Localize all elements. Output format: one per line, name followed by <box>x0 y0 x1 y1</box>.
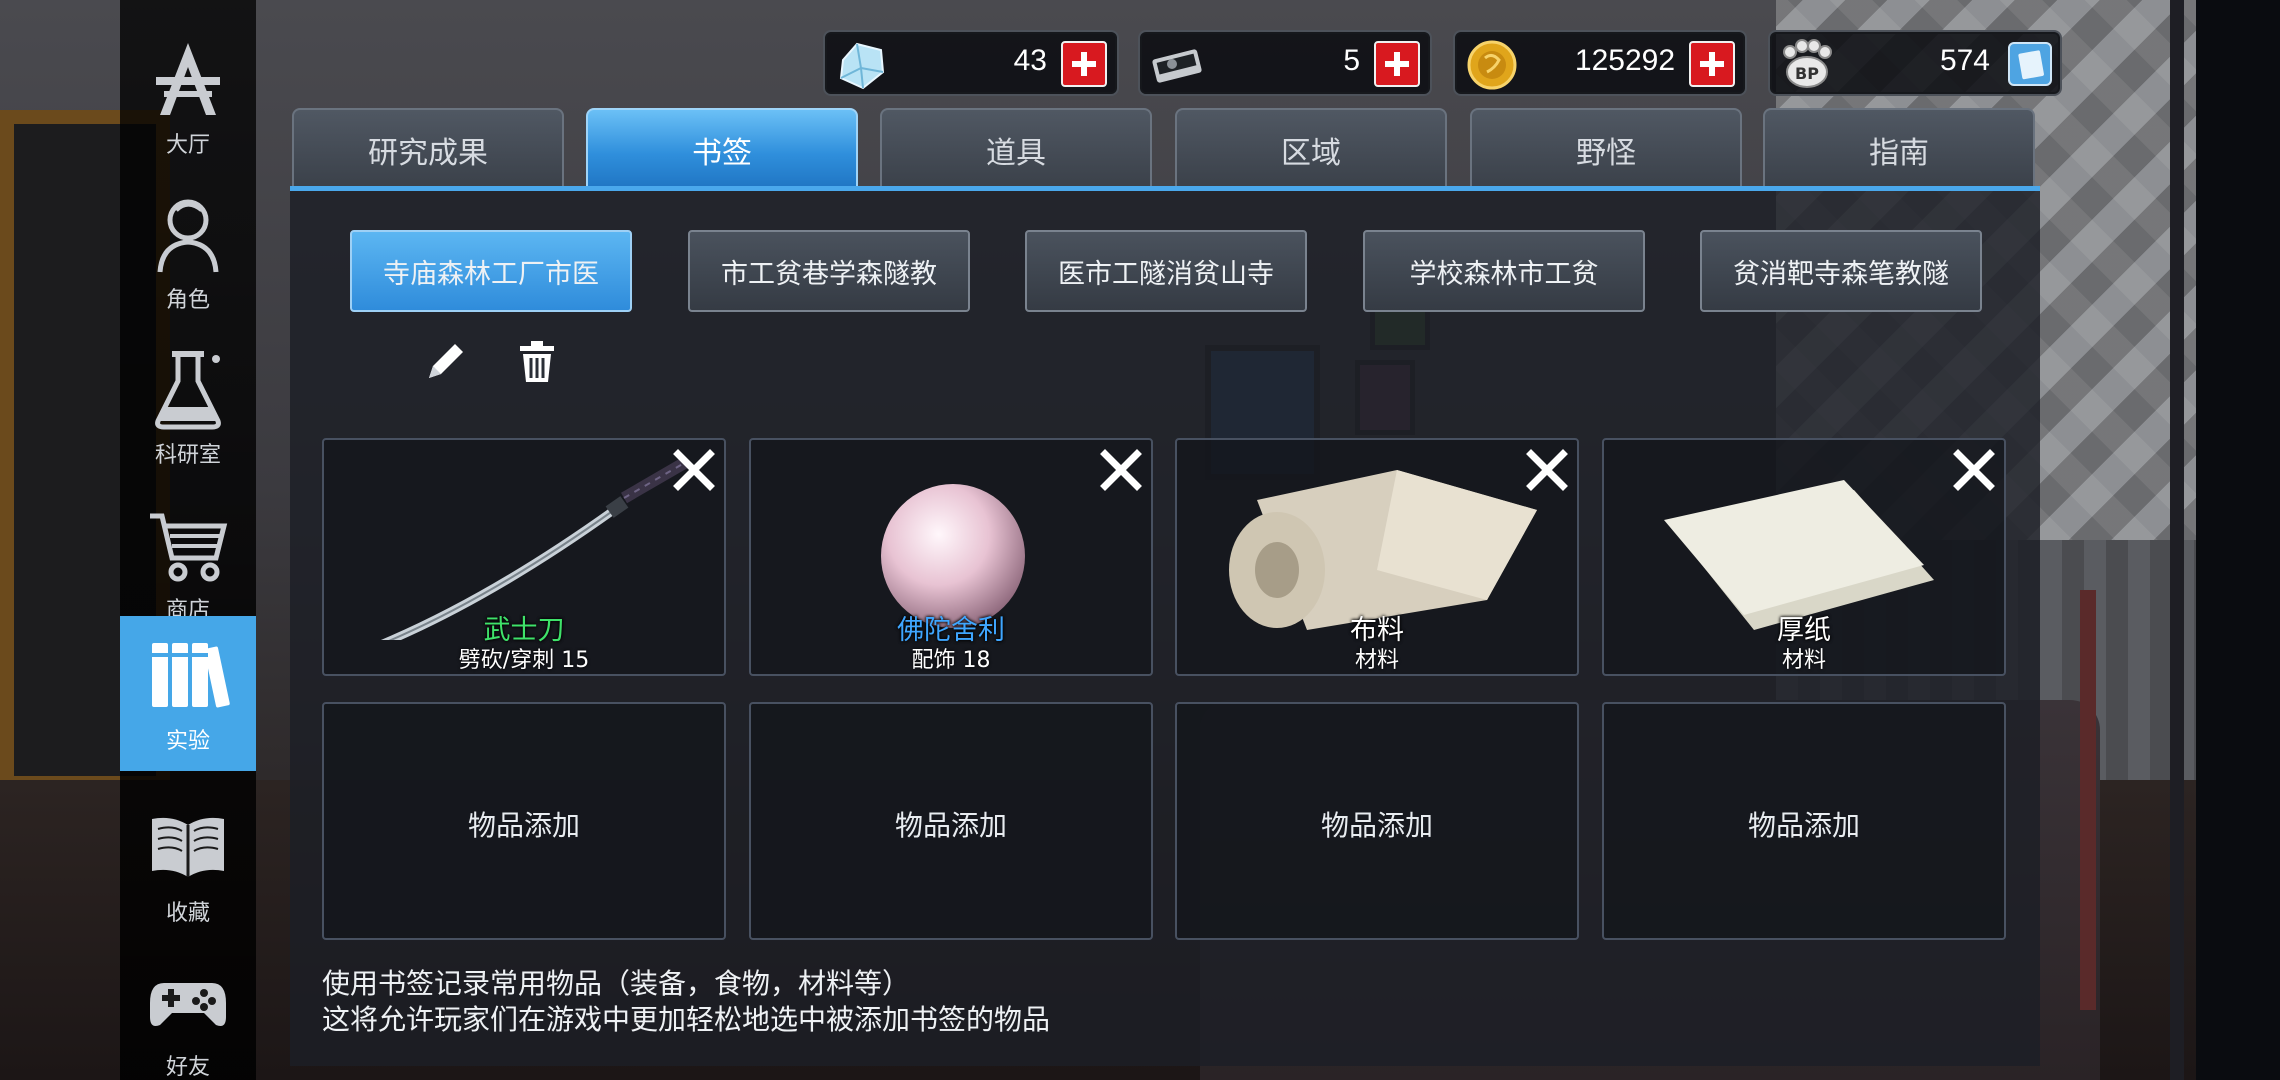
sidebar: 大厅 角色 科研室 商店 实验 收藏 好友 <box>120 0 256 1080</box>
currency-gold: 125292 <box>1453 30 1747 96</box>
bookmark-set-label: 市工贫巷学森隧教 <box>721 258 937 290</box>
remove-item-button[interactable] <box>1948 444 2000 496</box>
cart-icon <box>150 513 228 581</box>
currency-value: 125292 <box>1574 44 1675 77</box>
sidebar-item-label: 实验 <box>165 728 210 754</box>
delete-bookmark-button[interactable] <box>512 336 562 386</box>
item-subtitle: 材料 <box>1354 648 1399 673</box>
add-item-label: 物品添加 <box>467 809 580 842</box>
tab-items[interactable]: 道具 <box>880 108 1152 190</box>
remove-item-button[interactable] <box>1095 444 1147 496</box>
tab-guide[interactable]: 指南 <box>1763 108 2035 190</box>
svg-text:BP: BP <box>1795 64 1819 83</box>
books-icon <box>152 642 230 707</box>
add-item-label: 物品添加 <box>1320 809 1433 842</box>
tab-label: 野怪 <box>1576 136 1636 171</box>
sidebar-item-label: 收藏 <box>165 900 210 926</box>
lobby-icon <box>156 42 220 115</box>
add-item-label: 物品添加 <box>894 809 1007 842</box>
bookmark-set-2[interactable]: 市工贫巷学森隧教 <box>688 230 970 312</box>
sidebar-item-label: 大厅 <box>165 132 210 158</box>
bedpost-decoration <box>2080 590 2096 1010</box>
currency-hard-drive: 5 <box>1138 30 1432 96</box>
item-slot-thick-paper[interactable]: 厚纸 材料 <box>1602 438 2006 676</box>
card-icon <box>2018 50 2044 80</box>
item-subtitle: 劈砍/穿刺 15 <box>458 648 590 673</box>
tab-bookmark[interactable]: 书签 <box>586 108 858 190</box>
bookmark-set-label: 寺庙森林工厂市医 <box>383 258 599 290</box>
item-slot-buddha-relic[interactable]: 佛陀舍利 配饰 18 <box>749 438 1153 676</box>
currency-crystal: 43 <box>823 30 1119 96</box>
bookmark-set-4[interactable]: 学校森林市工贫 <box>1363 230 1645 312</box>
remove-item-button[interactable] <box>668 444 720 496</box>
currency-value: 43 <box>1013 44 1047 77</box>
add-gold-button[interactable] <box>1689 41 1735 87</box>
bookmark-set-label: 医市工隧消贫山寺 <box>1058 258 1274 290</box>
sidebar-item-label: 角色 <box>165 287 210 313</box>
empty-item-slot[interactable]: 物品添加 <box>322 702 726 940</box>
empty-item-slot[interactable]: 物品添加 <box>1175 702 1579 940</box>
bookmark-set-3[interactable]: 医市工隧消贫山寺 <box>1025 230 1307 312</box>
edit-bookmark-button[interactable] <box>421 336 471 386</box>
crystal-icon <box>839 42 885 90</box>
item-slot-katana[interactable]: 武士刀 劈砍/穿刺 15 <box>322 438 726 676</box>
currency-value: 5 <box>1343 44 1360 77</box>
sidebar-item-character[interactable]: 角色 <box>120 175 256 330</box>
item-subtitle: 材料 <box>1781 648 1826 673</box>
bookmark-set-5[interactable]: 贫消靶寺森笔教隧 <box>1700 230 1982 312</box>
pencil-icon <box>429 344 463 378</box>
sidebar-item-collection[interactable]: 收藏 <box>120 788 256 943</box>
tab-label: 区域 <box>1281 136 1341 171</box>
bookmark-set-1[interactable]: 寺庙森林工厂市医 <box>350 230 632 312</box>
sidebar-item-lab[interactable]: 科研室 <box>120 330 256 485</box>
help-text-line-2: 这将允许玩家们在游戏中更加轻松地选中被添加书签的物品 <box>322 1003 1051 1036</box>
currency-value: 574 <box>1939 44 1990 77</box>
hard-drive-icon <box>1152 49 1202 83</box>
tab-label: 书签 <box>692 136 752 171</box>
tab-label: 研究成果 <box>368 136 488 171</box>
sidebar-item-experiment[interactable]: 实验 <box>120 616 256 771</box>
sidebar-item-label: 科研室 <box>154 442 221 468</box>
trash-icon <box>520 341 554 382</box>
tab-label: 指南 <box>1869 136 1929 171</box>
tab-research-results[interactable]: 研究成果 <box>292 108 564 190</box>
add-hard-drive-button[interactable] <box>1374 41 1420 87</box>
tab-areas[interactable]: 区域 <box>1175 108 1447 190</box>
bookmark-set-label: 学校森林市工贫 <box>1409 258 1599 290</box>
empty-item-slot[interactable]: 物品添加 <box>749 702 1153 940</box>
add-item-label: 物品添加 <box>1747 809 1860 842</box>
add-crystal-button[interactable] <box>1061 41 1107 87</box>
empty-item-slot[interactable]: 物品添加 <box>1602 702 2006 940</box>
sidebar-item-friends[interactable]: 好友 <box>120 942 256 1080</box>
item-slot-cloth[interactable]: 布料 材料 <box>1175 438 1579 676</box>
flask-icon <box>155 350 221 429</box>
open-book-icon <box>152 817 224 877</box>
bookmark-set-label: 贫消靶寺森笔教隧 <box>1733 258 1949 290</box>
help-text-line-1: 使用书签记录常用物品（装备，食物，材料等） <box>322 967 911 1000</box>
bp-info-button[interactable] <box>2008 42 2052 86</box>
tab-label: 道具 <box>986 136 1046 171</box>
edge-bar <box>2170 0 2184 1080</box>
sidebar-item-lobby[interactable]: 大厅 <box>120 20 256 175</box>
character-icon <box>157 199 219 272</box>
gamepad-icon <box>150 982 226 1026</box>
sidebar-item-label: 好友 <box>165 1054 210 1080</box>
gold-coin-icon <box>1467 40 1517 90</box>
remove-item-button[interactable] <box>1521 444 1573 496</box>
bp-paw-icon: BP <box>1783 39 1832 88</box>
currency-bp: BP 574 <box>1768 30 2062 96</box>
item-subtitle: 配饰 18 <box>911 648 991 673</box>
tab-monsters[interactable]: 野怪 <box>1470 108 1742 190</box>
